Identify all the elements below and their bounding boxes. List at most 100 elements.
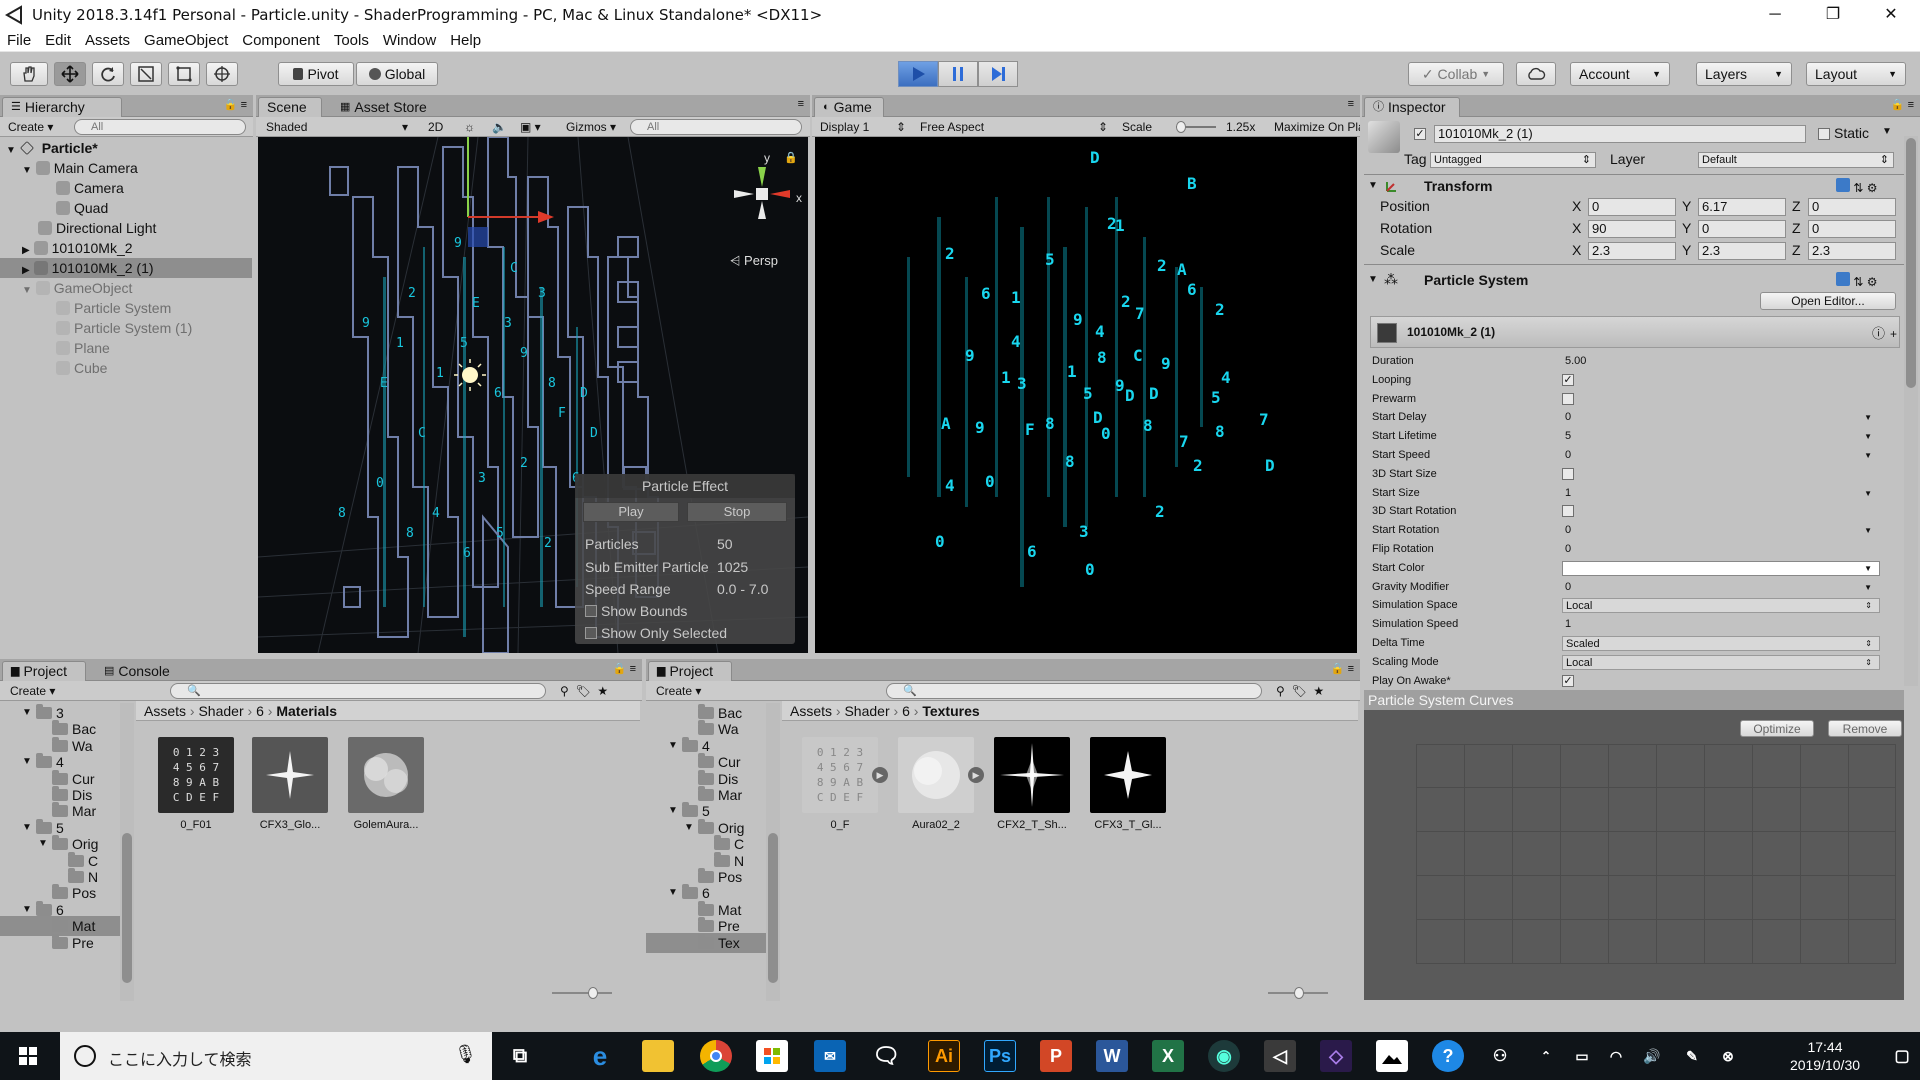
- scale-slider[interactable]: [1176, 121, 1216, 133]
- layers-dropdown[interactable]: Layers ▼: [1696, 62, 1792, 86]
- gear-icon[interactable]: ⚙: [1867, 181, 1878, 195]
- component-icons[interactable]: ⇅ ⚙: [1836, 272, 1878, 289]
- display-dropdown[interactable]: Display 1 ⇕: [816, 119, 910, 135]
- hierarchy-item[interactable]: Particle System (1): [0, 318, 252, 338]
- static-checkbox[interactable]: [1818, 128, 1830, 140]
- rotate-tool-button[interactable]: [92, 62, 124, 86]
- effects-toggle-icon[interactable]: ▣ ▾: [516, 119, 546, 135]
- particle-prop-field[interactable]: 0: [1562, 542, 1880, 557]
- maximize-on-play-toggle[interactable]: Maximize On Pla: [1270, 119, 1360, 135]
- tab-project[interactable]: ▆ Project: [648, 661, 732, 681]
- create-dropdown[interactable]: Create ▾: [652, 683, 712, 699]
- particle-prop-checkbox[interactable]: [1562, 467, 1574, 480]
- edge-icon[interactable]: e: [584, 1040, 616, 1072]
- layout-dropdown[interactable]: Layout ▼: [1806, 62, 1906, 86]
- scale-slider-thumb[interactable]: [1176, 121, 1186, 133]
- panel-menu-icon[interactable]: 🔒 ≡: [613, 662, 636, 675]
- particle-prop-select[interactable]: Local: [1562, 598, 1880, 614]
- close-button[interactable]: ✕: [1862, 0, 1920, 30]
- move-tool-button[interactable]: [54, 62, 86, 86]
- filter-icons[interactable]: ⚲ 🏷 ★: [556, 683, 636, 699]
- start-color-swatch[interactable]: [1562, 560, 1880, 576]
- maximize-button[interactable]: ❐: [1804, 0, 1862, 30]
- photoshop-icon[interactable]: Ps: [984, 1040, 1016, 1072]
- wifi-icon[interactable]: ◠: [1600, 1040, 1632, 1072]
- scrollbar-thumb[interactable]: [1906, 138, 1916, 388]
- position-x-field[interactable]: 0: [1588, 198, 1676, 216]
- asset-item[interactable]: GolemAura...: [346, 737, 426, 831]
- chevron-down-icon[interactable]: ▼: [1864, 484, 1872, 503]
- help-icon[interactable]: [1836, 272, 1850, 286]
- play-button[interactable]: [898, 61, 938, 87]
- hierarchy-item[interactable]: ▼ Main Camera: [0, 158, 252, 178]
- hierarchy-item[interactable]: ▼ GameObject: [0, 278, 252, 298]
- people-icon[interactable]: ⚇: [1484, 1040, 1516, 1072]
- particle-prop-checkbox[interactable]: ✓: [1562, 373, 1574, 386]
- scrollbar-thumb[interactable]: [768, 833, 778, 983]
- object-name-field[interactable]: 101010Mk_2 (1): [1434, 125, 1806, 143]
- tab-console[interactable]: ▤ Console: [96, 661, 186, 681]
- slider-thumb[interactable]: [588, 987, 598, 999]
- rotation-z-field[interactable]: 0: [1808, 220, 1896, 238]
- menu-assets[interactable]: Assets: [78, 32, 137, 49]
- scrollbar-thumb[interactable]: [122, 833, 132, 983]
- notifications-icon[interactable]: ▢: [1886, 1040, 1918, 1072]
- photos-icon[interactable]: [1376, 1040, 1408, 1072]
- expand-asset-icon[interactable]: ▶: [968, 767, 984, 783]
- hierarchy-item[interactable]: Quad: [0, 198, 252, 218]
- particle-module-header[interactable]: 101010Mk_2 (1) ⓘ +: [1370, 316, 1900, 348]
- expand-arrow-icon[interactable]: ▼: [1368, 274, 1378, 285]
- asset-item[interactable]: CFX2_T_Sh...: [992, 737, 1072, 831]
- menu-window[interactable]: Window: [376, 32, 443, 49]
- line-icon[interactable]: 🗨: [870, 1040, 902, 1072]
- battery-icon[interactable]: ▭: [1566, 1040, 1598, 1072]
- hierarchy-item[interactable]: ▶ 101010Mk_2: [0, 238, 252, 258]
- project-search-input[interactable]: 🔍: [170, 683, 546, 699]
- particle-prop-field[interactable]: 5.00: [1562, 354, 1880, 369]
- transform-tool-button[interactable]: [206, 62, 238, 86]
- cloud-button[interactable]: [1516, 62, 1556, 86]
- excel-icon[interactable]: X: [1152, 1040, 1184, 1072]
- panel-menu-icon[interactable]: ≡: [1348, 98, 1354, 110]
- scene-root-row[interactable]: ▼ Particle*: [0, 138, 252, 158]
- tab-game[interactable]: ◐ Game: [814, 97, 884, 117]
- tree-scrollbar[interactable]: [766, 703, 780, 1001]
- add-module-icon[interactable]: +: [1890, 327, 1897, 341]
- preset-icon[interactable]: ⇅: [1853, 181, 1863, 195]
- create-dropdown[interactable]: Create ▾: [4, 119, 64, 135]
- gitkraken-icon[interactable]: ◉: [1208, 1040, 1240, 1072]
- particle-prop-field[interactable]: 0: [1562, 448, 1880, 463]
- menu-file[interactable]: File: [0, 32, 38, 49]
- panel-menu-icon[interactable]: 🔒 ≡: [1891, 98, 1914, 111]
- lighting-toggle-icon[interactable]: ☼: [460, 119, 480, 135]
- collab-dropdown[interactable]: ✓ Collab ▼: [1408, 62, 1504, 86]
- file-explorer-icon[interactable]: [642, 1040, 674, 1072]
- chevron-down-icon[interactable]: ⇕: [1865, 653, 1872, 672]
- hierarchy-search-input[interactable]: All: [74, 119, 246, 135]
- curves-header[interactable]: Particle System Curves: [1364, 690, 1904, 710]
- slider-thumb[interactable]: [1294, 987, 1304, 999]
- tree-scrollbar[interactable]: [120, 703, 134, 1001]
- particle-prop-select[interactable]: Local: [1562, 654, 1880, 670]
- menu-tools[interactable]: Tools: [327, 32, 376, 49]
- help-icon[interactable]: [1836, 178, 1850, 192]
- position-y-field[interactable]: 6.17: [1698, 198, 1786, 216]
- tab-hierarchy[interactable]: ☰ Hierarchy: [2, 97, 122, 117]
- filter-icons[interactable]: ⚲ 🏷 ★: [1272, 683, 1352, 699]
- particle-prop-field[interactable]: 0: [1562, 523, 1880, 538]
- start-button[interactable]: [12, 1040, 44, 1072]
- tag-dropdown[interactable]: Untagged ⇕: [1430, 152, 1596, 168]
- open-editor-button[interactable]: Open Editor...: [1760, 292, 1896, 310]
- expand-asset-icon[interactable]: ▶: [872, 767, 888, 783]
- rotation-y-field[interactable]: 0: [1698, 220, 1786, 238]
- breadcrumb-item[interactable]: Assets: [790, 703, 832, 719]
- scale-x-field[interactable]: 2.3: [1588, 242, 1676, 260]
- breadcrumb-item[interactable]: Assets: [144, 703, 186, 719]
- scene-search-input[interactable]: All: [630, 119, 802, 135]
- gizmos-dropdown[interactable]: Gizmos ▾: [562, 119, 622, 135]
- hierarchy-item[interactable]: Directional Light: [0, 218, 252, 238]
- account-dropdown[interactable]: Account ▼: [1570, 62, 1670, 86]
- asset-item[interactable]: 0 1 2 3 4 5 6 7 8 9 A B C D E F 0_F: [800, 737, 880, 831]
- folder-tree-item[interactable]: Pre: [0, 933, 120, 953]
- tab-inspector[interactable]: ⓘ Inspector: [1364, 97, 1460, 117]
